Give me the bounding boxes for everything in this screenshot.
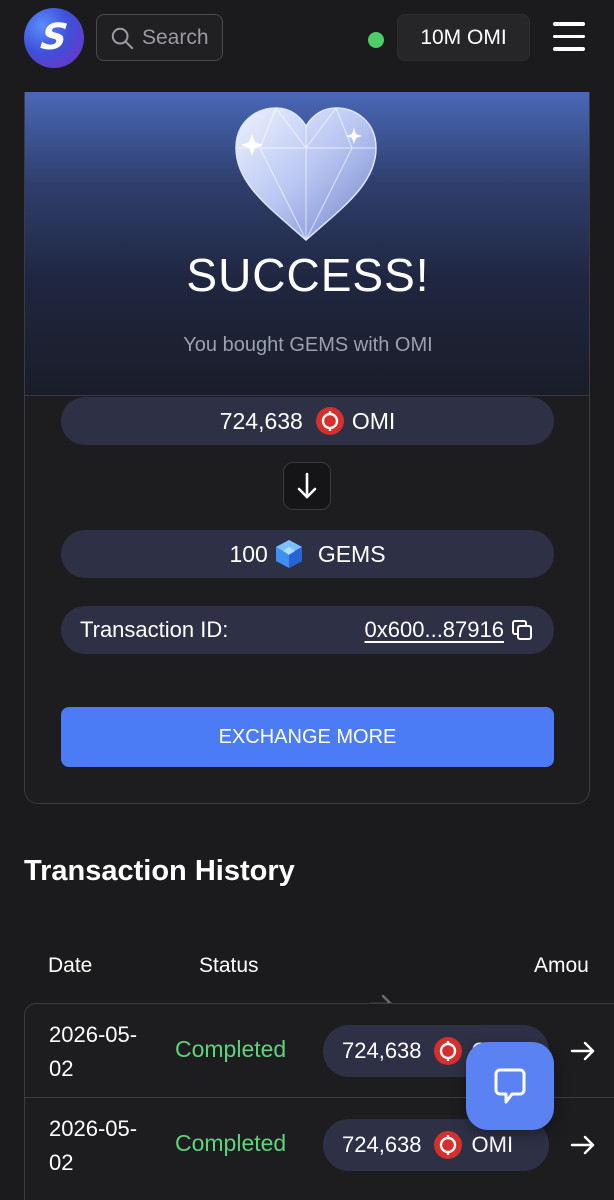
gem-cube-icon bbox=[275, 540, 302, 568]
arrow-right-icon bbox=[570, 1135, 595, 1155]
diamond-heart-icon bbox=[235, 107, 377, 242]
chat-bubble-icon bbox=[494, 1068, 526, 1104]
paid-currency: OMI bbox=[351, 407, 396, 434]
hamburger-menu-icon[interactable] bbox=[553, 22, 585, 52]
received-amount: 100 bbox=[229, 540, 268, 567]
history-title: Transaction History bbox=[24, 855, 295, 887]
row-date: 2026-05-02 bbox=[49, 1022, 138, 1081]
row-amount: 724,638 bbox=[342, 1132, 422, 1157]
search-input[interactable] bbox=[142, 25, 222, 50]
omi-coin-icon bbox=[315, 407, 344, 435]
received-amount-pill: 100 GEMS bbox=[61, 530, 554, 578]
column-header-date: Date bbox=[48, 954, 93, 977]
top-bar: S 10M OMI bbox=[0, 0, 614, 78]
exchange-more-button[interactable]: EXCHANGE MORE bbox=[61, 707, 554, 767]
transaction-id-row: Transaction ID: 0x600...87916 bbox=[61, 606, 554, 654]
chat-support-button[interactable] bbox=[466, 1042, 554, 1130]
search-icon bbox=[111, 27, 134, 49]
success-card: SUCCESS! You bought GEMS with OMI 724,63… bbox=[24, 92, 590, 804]
received-currency: GEMS bbox=[317, 540, 386, 567]
online-status-dot bbox=[368, 32, 384, 48]
arrow-down-icon bbox=[283, 462, 331, 510]
logo-letter: S bbox=[38, 17, 70, 58]
page: S 10M OMI bbox=[0, 0, 614, 1200]
row-status: Completed bbox=[175, 1130, 287, 1156]
row-amount: 724,638 bbox=[342, 1038, 422, 1063]
app-logo[interactable]: S bbox=[24, 8, 84, 68]
success-title: SUCCESS! bbox=[186, 249, 430, 301]
balance-label: 10M OMI bbox=[420, 25, 507, 49]
success-subtitle: You bought GEMS with OMI bbox=[183, 334, 433, 356]
row-status: Completed bbox=[175, 1036, 287, 1062]
arrow-right-icon bbox=[570, 1041, 595, 1061]
column-header-status: Status bbox=[199, 954, 259, 977]
column-header-amount: Amou bbox=[534, 954, 589, 977]
omi-coin-icon bbox=[433, 1131, 462, 1159]
paid-amount: 724,638 bbox=[219, 407, 303, 434]
copy-icon[interactable] bbox=[510, 618, 534, 642]
success-hero: SUCCESS! You bought GEMS with OMI bbox=[25, 92, 589, 396]
transaction-id-link[interactable]: 0x600...87916 bbox=[365, 617, 504, 643]
paid-amount-pill: 724,638 OMI bbox=[61, 397, 554, 445]
row-date: 2026-05-02 bbox=[49, 1116, 138, 1175]
transaction-id-label: Transaction ID: bbox=[80, 617, 229, 642]
row-currency: OMI bbox=[471, 1132, 514, 1157]
omi-coin-icon bbox=[433, 1037, 462, 1065]
search-box[interactable] bbox=[96, 14, 223, 61]
balance-button[interactable]: 10M OMI bbox=[397, 14, 530, 61]
